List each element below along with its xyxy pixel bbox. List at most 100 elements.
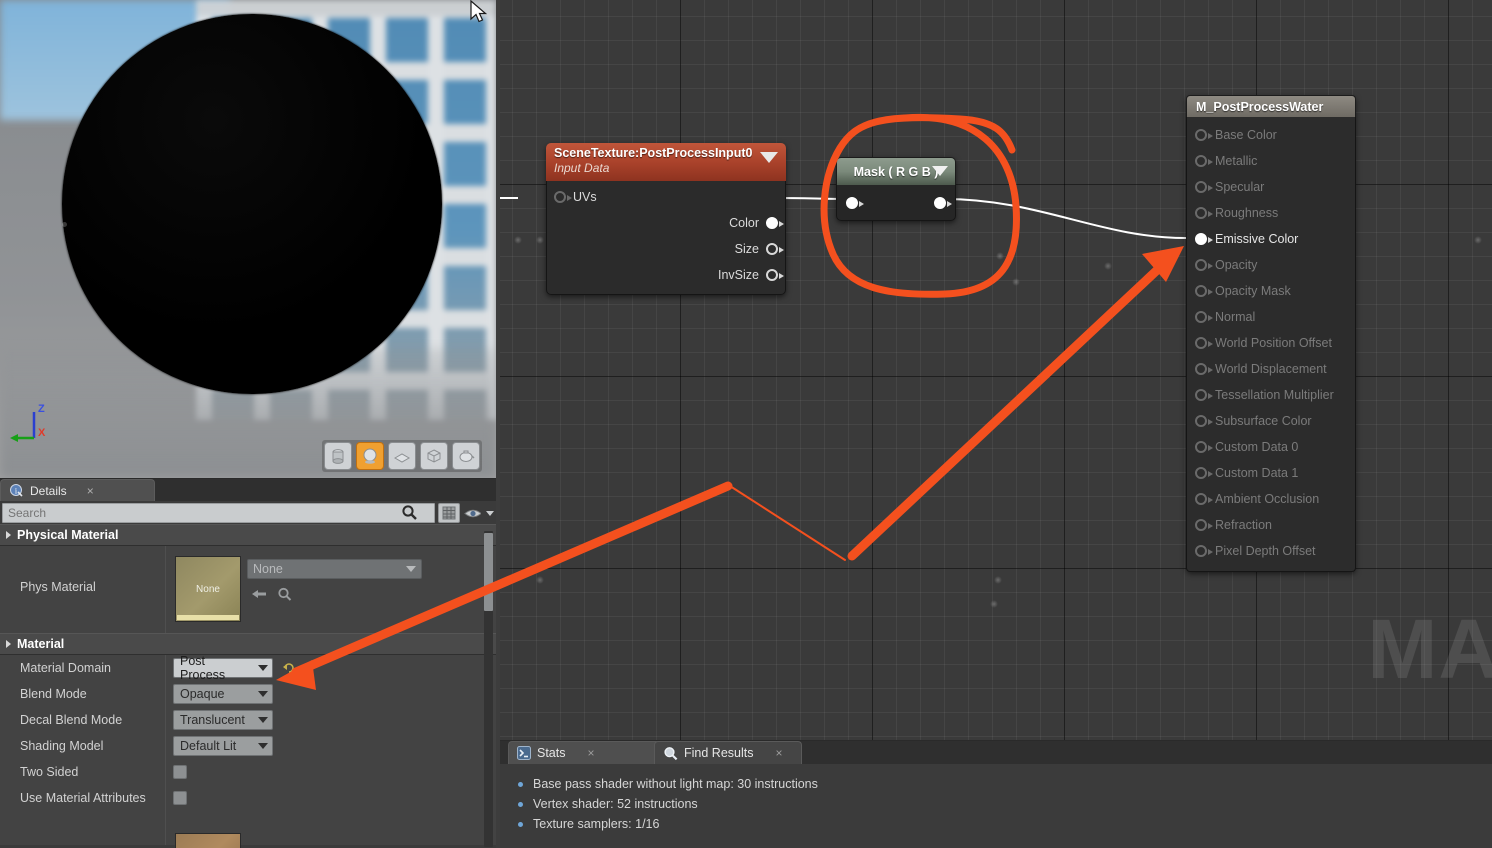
preview-shape-teapot[interactable] [452,442,480,470]
viewport-shape-toolbar[interactable] [322,440,482,472]
pin-circle-icon[interactable] [554,191,572,203]
pin-circle-icon[interactable] [1195,545,1213,557]
material-section-body: Material Domain Post Process Blend Mode … [0,654,496,848]
material-pin-specular[interactable]: Specular [1187,174,1355,200]
pin-circle-icon[interactable] [1195,415,1213,427]
tab-details-close[interactable]: × [87,484,94,498]
section-header-material[interactable]: Material [0,633,496,655]
node-material-header[interactable]: M_PostProcessWater [1186,95,1356,117]
pin-circle-icon[interactable] [1195,311,1213,323]
pin-circle-icon[interactable] [1195,467,1213,479]
node-mask-input-pin[interactable] [846,196,864,209]
node-mask-header[interactable]: Mask ( R G B ) [836,157,956,185]
two-sided-checkbox[interactable] [173,765,187,779]
physical-material-body: Phys Material None None [0,546,496,633]
material-pin-subsurface-color[interactable]: Subsurface Color [1187,408,1355,434]
material-pin-tessellation-multiplier[interactable]: Tessellation Multiplier [1187,382,1355,408]
shading-model-combo[interactable]: Default Lit [173,736,273,756]
material-pin-world-position-offset[interactable]: World Position Offset [1187,330,1355,356]
material-domain-combo[interactable]: Post Process [173,654,273,682]
display-options-button[interactable] [438,503,460,523]
node-mask-rgb[interactable]: Mask ( R G B ) [836,157,956,221]
pin-circle-icon[interactable] [1195,207,1213,219]
pin-circle-icon[interactable] [1195,493,1213,505]
material-pin-custom-data-0[interactable]: Custom Data 0 [1187,434,1355,460]
section-header-physical-material[interactable]: Physical Material [0,524,496,546]
tab-details[interactable]: i Details × [0,479,155,501]
pin-circle-icon[interactable] [1195,337,1213,349]
row-blend-mode[interactable]: Blend Mode Opaque [0,681,496,707]
tab-stats-close[interactable]: × [588,746,595,760]
material-asset-thumbnail[interactable] [175,833,241,848]
tab-find-results-close[interactable]: × [775,746,782,760]
node-collapse-caret-icon[interactable] [760,152,778,163]
tab-find-results[interactable]: Find Results × [654,741,802,764]
material-pin-base-color[interactable]: Base Color [1187,122,1355,148]
search-icon[interactable] [401,504,418,521]
node-material-output[interactable]: M_PostProcessWater Base Color Metallic S… [1186,95,1356,572]
pin-circle-icon[interactable] [766,243,784,255]
pin-circle-icon[interactable] [1195,441,1213,453]
node-pin-color[interactable]: Color [547,210,785,236]
row-material-domain[interactable]: Material Domain Post Process [0,654,496,682]
pin-circle-icon[interactable] [1195,389,1213,401]
tab-stats[interactable]: Stats × [508,741,660,764]
row-decal-blend-mode[interactable]: Decal Blend Mode Translucent [0,707,496,733]
material-pin-normal[interactable]: Normal [1187,304,1355,330]
node-pin-uvs[interactable]: UVs [547,184,785,210]
search-input[interactable] [2,503,435,523]
pin-circle-icon[interactable] [1195,363,1213,375]
pin-circle-icon[interactable] [1195,233,1213,245]
preview-shape-plane[interactable] [388,442,416,470]
decal-blend-mode-combo[interactable]: Translucent [173,710,273,730]
material-pin-metallic[interactable]: Metallic [1187,148,1355,174]
node-pin-size[interactable]: Size [547,236,785,262]
material-pin-pixel-depth-offset[interactable]: Pixel Depth Offset [1187,538,1355,564]
pin-circle-icon[interactable] [1195,181,1213,193]
pin-circle-icon[interactable] [766,269,784,281]
node-scene-texture-subtitle: Input Data [554,161,610,175]
pin-circle-icon[interactable] [766,217,784,229]
node-scene-texture-header[interactable]: SceneTexture:PostProcessInput0 Input Dat… [546,143,786,181]
pin-circle-icon[interactable] [1195,259,1213,271]
bullet-icon [518,801,523,807]
material-graph-canvas[interactable]: MA SceneTexture:PostProcessInput0 Input … [500,0,1492,740]
material-preview-viewport[interactable]: Z X [0,0,496,478]
material-pin-opacity[interactable]: Opacity [1187,252,1355,278]
material-pin-roughness[interactable]: Roughness [1187,200,1355,226]
details-search-bar [2,502,494,524]
find-asset-button[interactable] [274,584,296,604]
node-collapse-caret-icon[interactable] [932,166,948,176]
use-material-attributes-checkbox[interactable] [173,791,187,805]
preview-mesh-sphere[interactable] [62,14,442,394]
preview-shape-cube[interactable] [420,442,448,470]
preview-shape-cylinder[interactable] [324,442,352,470]
details-scrollbar-thumb[interactable] [484,533,493,611]
section-title-material: Material [17,637,65,651]
material-pin-emissive-color[interactable]: Emissive Color [1187,226,1355,252]
material-pin-opacity-mask[interactable]: Opacity Mask [1187,278,1355,304]
blend-mode-combo[interactable]: Opaque [173,684,273,704]
node-mask-body [836,185,956,221]
node-scene-texture[interactable]: SceneTexture:PostProcessInput0 Input Dat… [546,143,786,295]
pin-circle-icon[interactable] [1195,155,1213,167]
material-pin-world-displacement[interactable]: World Displacement [1187,356,1355,382]
material-pin-refraction[interactable]: Refraction [1187,512,1355,538]
row-shading-model[interactable]: Shading Model Default Lit [0,733,496,759]
preview-shape-sphere[interactable] [356,442,384,470]
phys-material-thumbnail[interactable]: None [175,556,241,622]
material-pin-ambient-occlusion[interactable]: Ambient Occlusion [1187,486,1355,512]
node-mask-output-pin[interactable] [934,196,952,209]
phys-material-asset-combo[interactable]: None [247,559,422,579]
pin-circle-icon[interactable] [1195,285,1213,297]
row-use-material-attributes[interactable]: Use Material Attributes [0,785,496,811]
material-pin-label: Pixel Depth Offset [1215,544,1316,558]
pin-circle-icon[interactable] [1195,519,1213,531]
reset-to-default-button[interactable] [283,662,295,674]
node-pin-invsize[interactable]: InvSize [547,262,785,288]
visibility-filter-button[interactable] [464,503,494,523]
material-pin-custom-data-1[interactable]: Custom Data 1 [1187,460,1355,486]
pin-circle-icon[interactable] [1195,129,1213,141]
browse-to-asset-button[interactable] [248,584,270,604]
row-two-sided[interactable]: Two Sided [0,759,496,785]
